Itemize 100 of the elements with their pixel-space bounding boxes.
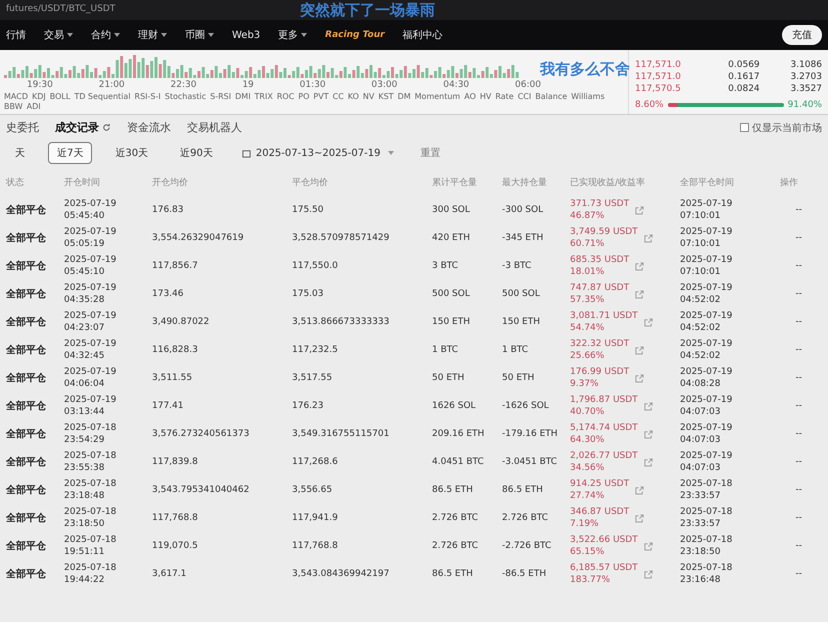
open-time-cell-text: 2025-07-18 19:51:11 — [64, 534, 118, 558]
indicator-tab[interactable]: KST — [378, 92, 394, 101]
status-cell-text: 全部平仓 — [6, 568, 47, 581]
indicator-tab[interactable]: PVT — [313, 92, 329, 101]
indicator-tab[interactable]: ROC — [276, 92, 294, 101]
indicator-tab[interactable]: DM — [398, 92, 411, 101]
indicator-tab[interactable]: NV — [362, 92, 374, 101]
tab[interactable]: 成交记录 — [55, 120, 111, 135]
pnl-cell: 2,026.77 USDT 34.56% — [570, 450, 638, 474]
status-cell-text: 全部平仓 — [6, 260, 47, 273]
indicator-tab[interactable]: BOLL — [50, 92, 70, 101]
indicator-tab[interactable]: PO — [298, 92, 310, 101]
indicator-tab[interactable]: RSI-S-I — [134, 92, 161, 101]
amount-text: 0.0824 — [727, 84, 760, 94]
open-time-cell-text: 2025-07-18 23:54:29 — [64, 422, 118, 446]
open-price-cell-text: 176.83 — [152, 204, 184, 216]
share-icon[interactable] — [644, 430, 653, 438]
close-price-cell-text: 117,768.8 — [292, 540, 339, 552]
period-button[interactable]: 近7天 — [48, 142, 92, 164]
indicator-tab[interactable]: HV — [480, 92, 492, 101]
indicator-tab[interactable]: ADI — [26, 102, 41, 111]
indicator-tab[interactable]: TRIX — [254, 92, 273, 101]
reset-button[interactable]: 重置 — [414, 145, 446, 161]
max-qty-cell-text: 500 SOL — [502, 288, 541, 300]
nav-item[interactable]: 行情 — [6, 28, 26, 42]
share-icon[interactable] — [644, 234, 653, 242]
action-cell-text: -- — [794, 204, 803, 216]
tab[interactable]: 史委托 — [6, 120, 39, 135]
indicator-tab[interactable]: MACD — [4, 92, 28, 101]
share-icon[interactable] — [635, 346, 644, 354]
indicator-tab[interactable]: Stochastic — [164, 92, 206, 101]
time-label: 06:00 — [515, 80, 541, 90]
indicator-tab[interactable]: CC — [332, 92, 344, 101]
nav-item[interactable]: 交易 — [44, 28, 73, 42]
indicator-tab[interactable]: KDJ — [32, 92, 46, 101]
share-icon[interactable] — [644, 570, 653, 578]
closed-qty-cell-text: 50 ETH — [432, 372, 466, 384]
time-label: 19 — [242, 80, 254, 90]
period-button[interactable]: 天 — [6, 142, 34, 164]
share-icon[interactable] — [635, 262, 644, 270]
open-price-cell-text: 3,576.273240561373 — [152, 428, 250, 440]
nav-item[interactable]: 更多 — [278, 28, 308, 42]
buy-share-text: 91.40% — [788, 100, 822, 110]
close-time-cell-text: 2025-07-19 07:10:01 — [680, 198, 734, 222]
share-icon[interactable] — [635, 486, 644, 494]
total-text: 3.3527 — [789, 84, 822, 94]
indicator-tab[interactable]: Rate — [495, 92, 514, 101]
share-icon[interactable] — [644, 318, 653, 326]
time-label: 01:30 — [300, 80, 326, 90]
open-price-cell-text: 173.46 — [152, 288, 184, 300]
promo-logo[interactable]: Racing Tour — [325, 30, 385, 40]
open-price-cell-text: 117,856.7 — [152, 260, 199, 272]
indicator-tab[interactable]: AO — [464, 92, 476, 101]
refresh-icon[interactable] — [102, 123, 111, 132]
deposit-button[interactable]: 充值 — [782, 25, 822, 45]
period-button[interactable]: 近90天 — [171, 142, 222, 164]
share-icon[interactable] — [635, 514, 644, 522]
price-text: 117,571.0 — [635, 72, 682, 82]
open-price-cell-text: 177.41 — [152, 400, 184, 412]
max-qty-cell-text: -345 ETH — [502, 232, 544, 244]
closed-qty-cell-text: 3 BTC — [432, 260, 460, 272]
closed-qty-cell-text: 2.726 BTC — [432, 512, 480, 524]
share-icon[interactable] — [644, 402, 653, 410]
tab[interactable]: 交易机器人 — [187, 120, 242, 135]
tab[interactable]: 资金流水 — [127, 120, 171, 135]
share-icon[interactable] — [635, 206, 644, 214]
indicator-tab[interactable]: S-RSI — [210, 92, 232, 101]
open-time-cell-text: 2025-07-19 05:45:40 — [64, 198, 118, 222]
close-time-cell-text: 2025-07-19 04:07:03 — [680, 422, 734, 446]
open-time-cell-text: 2025-07-19 05:45:10 — [64, 254, 118, 278]
indicator-tab[interactable]: Balance — [535, 92, 568, 101]
close-price-cell-text: 175.50 — [292, 204, 324, 216]
share-icon[interactable] — [644, 458, 653, 466]
nav-item[interactable]: 福利中心 — [402, 28, 443, 42]
indicator-tab[interactable]: TD Sequential — [74, 92, 131, 101]
share-icon[interactable] — [644, 542, 653, 550]
pnl-cell: 176.99 USDT 9.37% — [570, 366, 630, 390]
share-icon[interactable] — [635, 374, 644, 382]
caret-icon — [388, 151, 394, 155]
status-cell-text: 全部平仓 — [6, 540, 47, 553]
status-cell-text: 全部平仓 — [6, 400, 47, 413]
nav-item[interactable]: 合约 — [91, 28, 120, 42]
indicator-tab[interactable]: KO — [348, 92, 359, 101]
indicator-tab[interactable]: Momentum — [414, 92, 460, 101]
pnl-cell: 5,174.74 USDT 64.30% — [570, 422, 638, 446]
current-market-checkbox[interactable]: 仅显示当前市场 — [740, 120, 822, 134]
period-button[interactable]: 近30天 — [106, 142, 158, 164]
indicator-tab[interactable]: BBW — [4, 102, 23, 111]
indicator-tab[interactable]: Williams — [571, 92, 605, 101]
date-range-picker[interactable]: 2025-07-13~2025-07-19 — [236, 146, 400, 160]
nav-item[interactable]: 理财 — [138, 28, 167, 42]
nav-item[interactable]: Web3 — [232, 30, 260, 40]
time-label: 19:30 — [26, 80, 53, 90]
indicator-tab[interactable]: DMI — [235, 92, 251, 101]
max-qty-cell-text: 2.726 BTC — [502, 512, 550, 524]
nav-item[interactable]: 币圈 — [185, 28, 214, 42]
caption-text: 我有多么不舍 — [540, 60, 630, 79]
closed-qty-cell-text: 209.16 ETH — [432, 428, 486, 440]
indicator-tab[interactable]: CCI — [518, 92, 532, 101]
share-icon[interactable] — [635, 290, 644, 298]
